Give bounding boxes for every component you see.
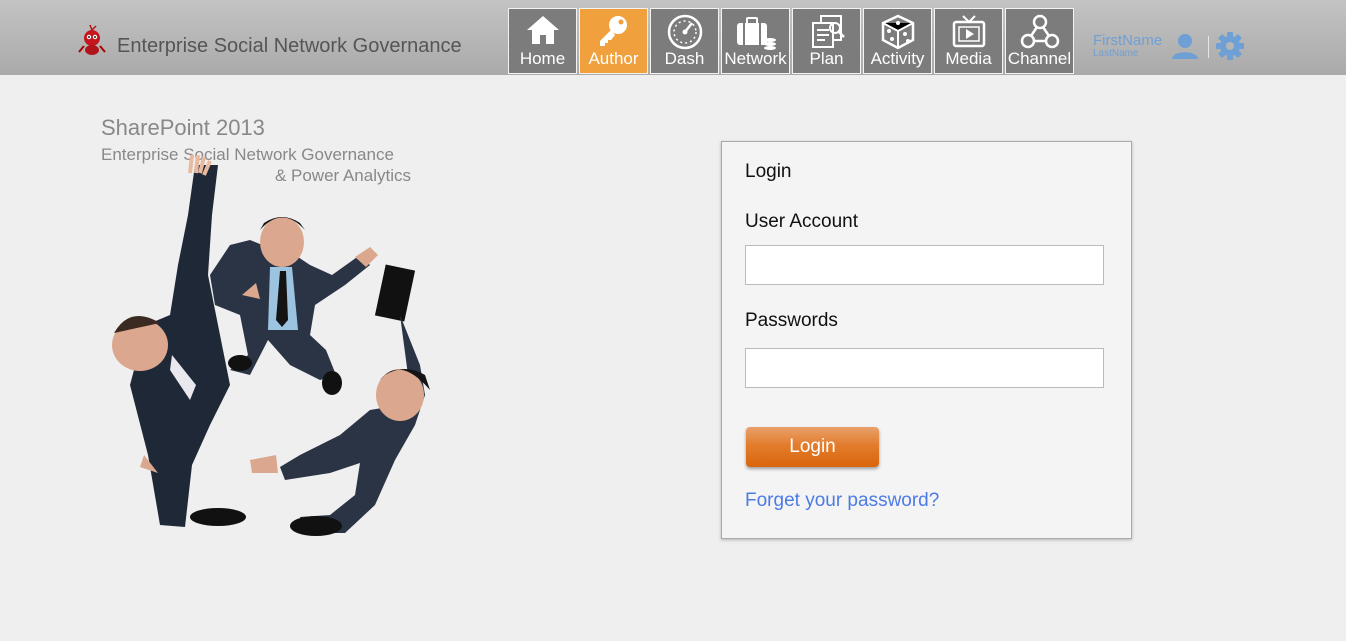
nav-plan-label: Plan [809, 49, 844, 68]
dice-icon [881, 14, 914, 50]
password-input[interactable] [745, 348, 1104, 388]
app-title: Enterprise Social Network Governance [117, 35, 462, 57]
login-title: Login [745, 161, 792, 182]
nav-plan[interactable]: Plan [792, 8, 861, 74]
briefcase-network-icon [736, 17, 776, 50]
home-icon [526, 16, 559, 44]
forgot-password-link[interactable]: Forget your password? [745, 490, 939, 512]
channel-nodes-icon [1020, 14, 1059, 49]
nav-author[interactable]: Author [579, 8, 648, 74]
hero-title: SharePoint 2013 [101, 115, 265, 140]
person-left [112, 155, 246, 527]
main-nav: Home Author Dash Network Plan Activity M… [508, 8, 1074, 74]
nav-activity[interactable]: Activity [863, 8, 932, 74]
user-account-label: User Account [745, 211, 858, 232]
nav-media[interactable]: Media [934, 8, 1003, 74]
nav-network[interactable]: Network [721, 8, 790, 74]
password-label: Passwords [745, 310, 838, 331]
logo-icon [78, 24, 106, 55]
dashboard-gauge-icon [667, 14, 702, 50]
gear-icon[interactable] [1216, 32, 1244, 60]
header-divider [1208, 36, 1209, 58]
nav-home-label: Home [519, 49, 566, 68]
nav-dash-label: Dash [664, 49, 705, 68]
nav-author-label: Author [588, 49, 639, 68]
user-last-name[interactable]: LastName [1093, 48, 1139, 59]
nav-channel[interactable]: Channel [1005, 8, 1074, 74]
login-button[interactable]: Login [746, 427, 879, 467]
business-people-illustration [112, 155, 430, 536]
nav-activity-label: Activity [870, 49, 925, 68]
nav-media-label: Media [945, 49, 992, 68]
key-icon [599, 16, 627, 46]
tv-play-icon [952, 15, 985, 48]
nav-dash[interactable]: Dash [650, 8, 719, 74]
user-account-input[interactable] [745, 245, 1104, 285]
nav-network-label: Network [724, 49, 787, 68]
nav-home[interactable]: Home [508, 8, 577, 74]
plan-documents-icon [811, 15, 845, 48]
person-center [210, 217, 378, 395]
login-panel: Login User Account Passwords Login Forge… [721, 141, 1132, 539]
top-header: Enterprise Social Network Governance Hom… [0, 0, 1346, 75]
user-icon[interactable] [1171, 32, 1199, 60]
nav-channel-label: Channel [1007, 49, 1072, 68]
user-first-name[interactable]: FirstName [1093, 32, 1162, 49]
